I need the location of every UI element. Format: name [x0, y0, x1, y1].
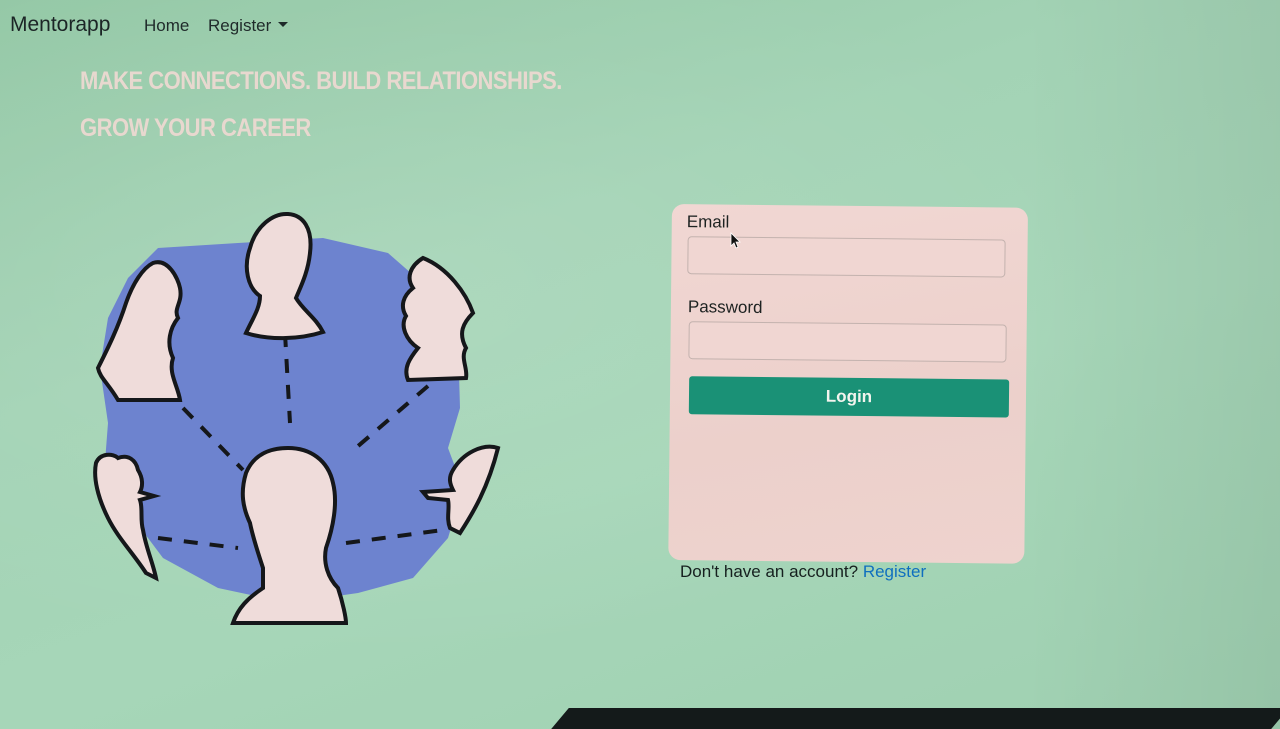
- password-label: Password: [687, 297, 763, 317]
- brand-logo[interactable]: Mentorapp: [10, 13, 110, 37]
- signup-prompt: Don't have an account?: [680, 562, 859, 581]
- navbar: Mentorapp Home Register: [0, 0, 1280, 54]
- email-label: Email: [686, 212, 730, 232]
- login-button[interactable]: Login: [688, 376, 1010, 418]
- login-card: Email Password Login: [668, 204, 1028, 564]
- password-field[interactable]: [688, 321, 1007, 363]
- nav-register-label: Register: [208, 16, 272, 35]
- signup-prompt-line: Don't have an account? Register: [680, 562, 926, 582]
- mouse-cursor-icon: [730, 232, 741, 249]
- person-upper-right: [400, 255, 476, 383]
- register-link[interactable]: Register: [863, 562, 926, 581]
- caret-down-icon: [278, 22, 289, 28]
- hero-headline: MAKE CONNECTIONS. BUILD RELATIONSHIPS. G…: [80, 67, 562, 142]
- network-of-people-illustration: [93, 211, 501, 625]
- nav-home-link[interactable]: Home: [144, 16, 189, 36]
- screen-bezel-edge: [551, 708, 1280, 729]
- nav-register-dropdown[interactable]: Register: [208, 16, 289, 36]
